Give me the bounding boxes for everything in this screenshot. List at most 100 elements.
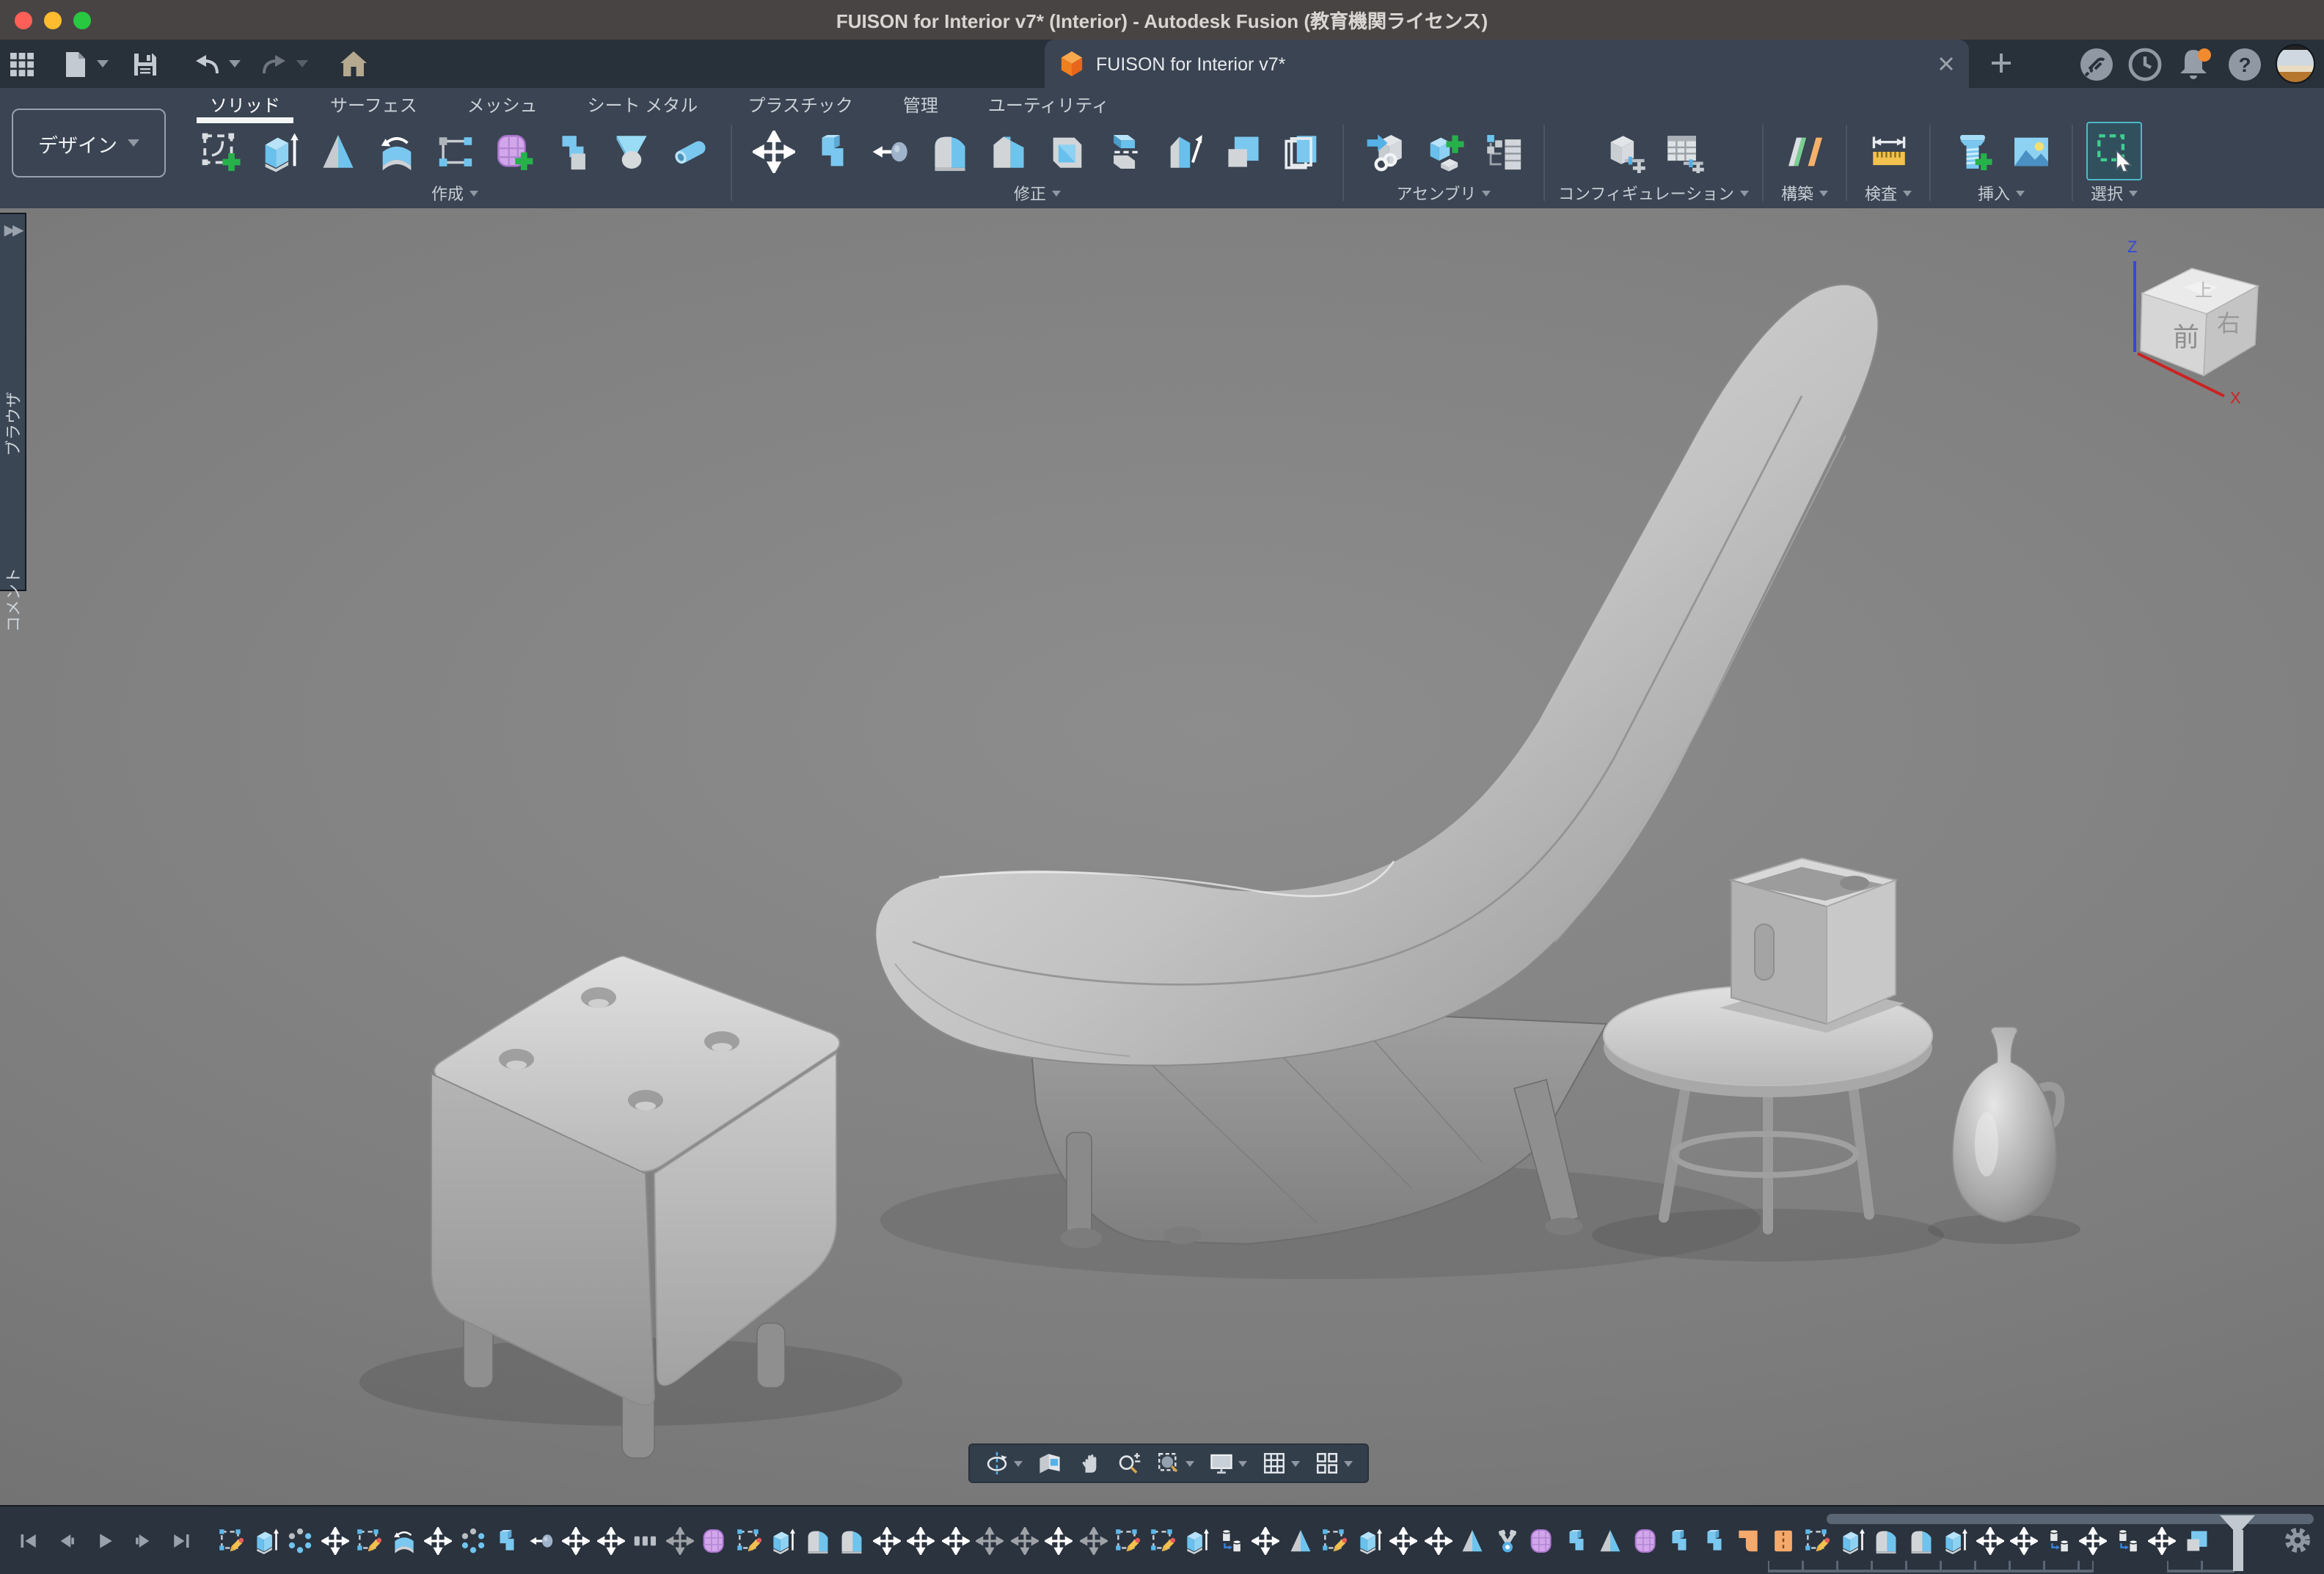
timeline-feature-mirror[interactable] — [1458, 1526, 1486, 1554]
timeline-playhead[interactable] — [2220, 1515, 2255, 1571]
profile-avatar[interactable] — [2276, 44, 2315, 84]
timeline-feature-move[interactable] — [2010, 1526, 2038, 1554]
new-tab-button[interactable] — [1984, 45, 2019, 81]
close-tab-icon[interactable] — [1938, 56, 1954, 72]
timeline-feature-fillet[interactable] — [1872, 1526, 1900, 1554]
tool-draft-button[interactable] — [1156, 122, 1212, 180]
timeline-feature-pattern[interactable] — [286, 1526, 314, 1554]
browser-panel-tab[interactable]: ブラウザ — [1, 392, 24, 456]
previous-feature-button[interactable] — [50, 1524, 82, 1556]
timeline-feature-sketch[interactable] — [1803, 1526, 1831, 1554]
tool-insert-derive-button[interactable] — [1357, 122, 1413, 180]
zoom-button[interactable] — [1112, 1451, 1146, 1476]
timeline-feature-move[interactable] — [321, 1526, 348, 1554]
tool-create-form-button[interactable] — [486, 122, 541, 180]
tool-fillet-button[interactable] — [921, 122, 977, 180]
go-to-end-button[interactable] — [164, 1524, 197, 1556]
dropdown-caret[interactable] — [1344, 1460, 1353, 1466]
timeline-feature-sketch[interactable] — [217, 1526, 245, 1554]
workspace-selector-button[interactable]: デザイン — [12, 109, 166, 177]
timeline-feature-move[interactable] — [1389, 1526, 1417, 1554]
timeline-feature-joint[interactable] — [1493, 1526, 1521, 1554]
tool-create-sketch-button[interactable] — [192, 122, 248, 180]
dropdown-caret[interactable] — [1014, 1460, 1023, 1466]
tool-construct-plane-button[interactable] — [1777, 122, 1832, 180]
timeline-feature-sketch[interactable] — [1148, 1526, 1176, 1554]
timeline-feature-move[interactable] — [1424, 1526, 1452, 1554]
viewports-button[interactable] — [1310, 1451, 1357, 1476]
timeline-feature-extrude[interactable] — [1838, 1526, 1866, 1554]
timeline-feature-copy[interactable] — [2113, 1526, 2141, 1554]
tool-move-button[interactable] — [745, 122, 801, 180]
tool-measure-button[interactable] — [1860, 122, 1916, 180]
timeline-feature-extrude[interactable] — [1941, 1526, 1969, 1554]
play-button[interactable] — [88, 1524, 120, 1556]
timeline-feature-copy[interactable] — [2045, 1526, 2072, 1554]
group-label-button[interactable]: アセンブリ — [1397, 182, 1491, 205]
timeline-feature-copy[interactable] — [1217, 1526, 1245, 1554]
tool-scale-button[interactable] — [1215, 122, 1271, 180]
redo-menu-caret[interactable] — [296, 60, 308, 67]
timeline-feature-move[interactable] — [562, 1526, 590, 1554]
timeline-feature-flange[interactable] — [1734, 1526, 1762, 1554]
timeline-feature-hem[interactable] — [1769, 1526, 1797, 1554]
timeline-feature-move[interactable] — [872, 1526, 900, 1554]
dropdown-caret[interactable] — [1291, 1460, 1300, 1466]
redo-icon[interactable] — [252, 40, 296, 88]
save-icon[interactable] — [123, 40, 167, 88]
ribbon-tab-ソリッド[interactable]: ソリッド — [185, 88, 305, 122]
timeline-feature-move[interactable] — [976, 1526, 1004, 1554]
tool-pipe-button[interactable] — [662, 122, 717, 180]
timeline-settings-gear-icon[interactable] — [2281, 1524, 2314, 1556]
group-label-button[interactable]: 選択 — [2091, 182, 2138, 205]
file-new-icon[interactable] — [53, 40, 97, 88]
expand-panel-icon[interactable]: ▶▶ — [4, 223, 21, 239]
file-menu-caret[interactable] — [97, 60, 109, 67]
dropdown-caret[interactable] — [1185, 1460, 1194, 1466]
group-label-button[interactable]: 作成 — [431, 182, 478, 205]
timeline-feature-sketch[interactable] — [734, 1526, 762, 1554]
timeline-feature-form[interactable] — [1527, 1526, 1555, 1554]
tool-configuration-table-button[interactable] — [1655, 122, 1711, 180]
orbit-button[interactable] — [980, 1451, 1027, 1476]
tool-configure-button[interactable] — [1596, 122, 1652, 180]
timeline-feature-move[interactable] — [1251, 1526, 1279, 1554]
timeline-feature-move[interactable] — [907, 1526, 935, 1554]
document-tab[interactable]: FUISON for Interior v7* — [1045, 40, 1969, 88]
ribbon-tab-メッシュ[interactable]: メッシュ — [442, 88, 563, 122]
tool-rails-button[interactable] — [427, 122, 483, 180]
viewport-canvas[interactable] — [0, 208, 2324, 1505]
ribbon-tab-サーフェス[interactable]: サーフェス — [305, 88, 442, 122]
tool-combine-bodies-button[interactable] — [544, 122, 600, 180]
look-at-button[interactable] — [1033, 1451, 1067, 1476]
timeline-feature-move[interactable] — [2148, 1526, 2176, 1554]
pan-button[interactable] — [1073, 1451, 1106, 1476]
model-storage-box[interactable] — [1720, 858, 1904, 1033]
app-grid-icon[interactable] — [0, 40, 44, 88]
model-chaise-lounge[interactable] — [875, 285, 1878, 1248]
timeline-feature-extrude[interactable] — [252, 1526, 279, 1554]
extensions-icon[interactable] — [2079, 46, 2114, 81]
timeline-feature-fillet[interactable] — [838, 1526, 866, 1554]
tool-joint-bom-button[interactable] — [1475, 122, 1530, 180]
tool-extrude-button[interactable] — [251, 122, 307, 180]
timeline-feature-combine[interactable] — [1700, 1526, 1728, 1554]
timeline-feature-pattern[interactable] — [458, 1526, 486, 1554]
tool-press-pull-button[interactable] — [863, 122, 918, 180]
timeline-feature-mirror[interactable] — [1286, 1526, 1314, 1554]
group-label-button[interactable]: 構築 — [1781, 182, 1828, 205]
notifications-bell-icon[interactable] — [2176, 46, 2214, 81]
timeline-feature-form[interactable] — [1631, 1526, 1659, 1554]
timeline-feature-mirror[interactable] — [1596, 1526, 1624, 1554]
ribbon-tab-プラスチック[interactable]: プラスチック — [723, 88, 878, 122]
timeline-feature-fillet[interactable] — [1907, 1526, 1934, 1554]
tool-chamfer-button[interactable] — [980, 122, 1036, 180]
ribbon-tab-ユーティリティ[interactable]: ユーティリティ — [963, 88, 1134, 122]
go-to-start-button[interactable] — [12, 1524, 44, 1556]
timeline-feature-press-pull[interactable] — [527, 1526, 555, 1554]
timeline-feature-move[interactable] — [1045, 1526, 1073, 1554]
timeline-feature-move[interactable] — [1976, 1526, 2003, 1554]
timeline-feature-sketch[interactable] — [1320, 1526, 1348, 1554]
timeline-feature-sweep[interactable] — [390, 1526, 417, 1554]
timeline-feature-move[interactable] — [596, 1526, 624, 1554]
